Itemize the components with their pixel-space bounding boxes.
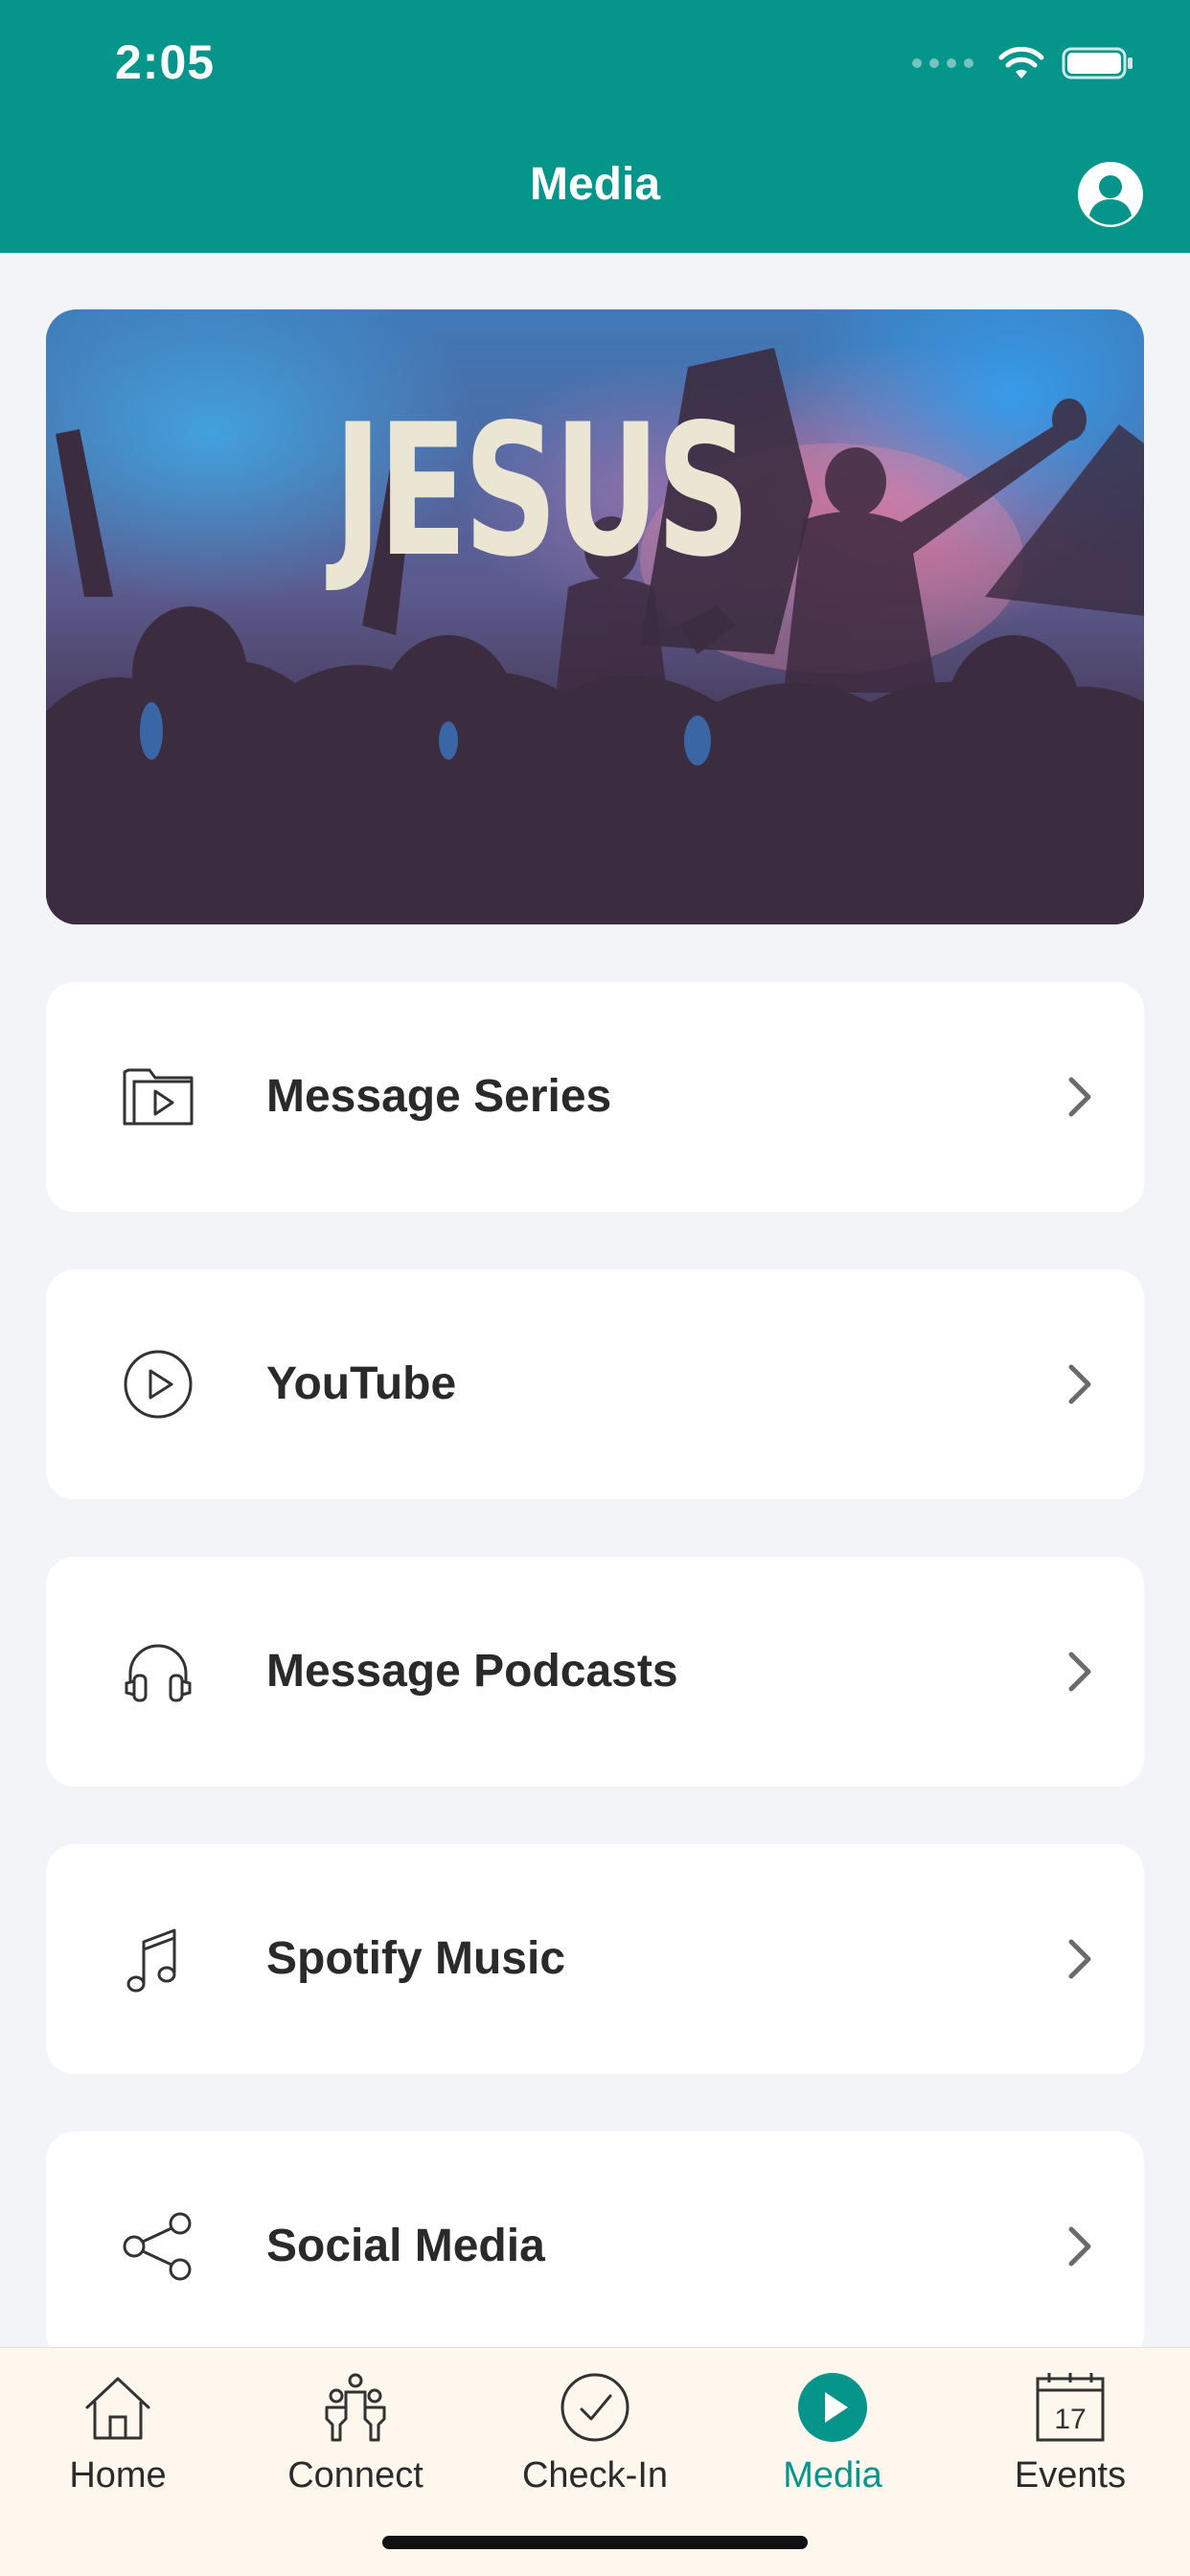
chevron-right-icon [1068, 1652, 1091, 1692]
music-note-icon [126, 1928, 176, 1993]
menu-item-message-series[interactable]: Message Series [46, 982, 1144, 1212]
menu-item-youtube[interactable]: YouTube [46, 1269, 1144, 1499]
menu-item-label: Spotify Music [266, 1933, 566, 1984]
home-icon [85, 2377, 150, 2440]
hero-banner[interactable]: JESUS [46, 309, 1144, 924]
headphones-icon [125, 1644, 192, 1702]
tab-media[interactable]: Media [737, 2358, 928, 2540]
cell-signal-icon [912, 58, 973, 68]
tab-events[interactable]: 17 Events [974, 2358, 1166, 2540]
profile-button[interactable] [1077, 161, 1144, 228]
menu-item-message-podcasts[interactable]: Message Podcasts [46, 1557, 1144, 1787]
people-icon [325, 2373, 386, 2442]
wifi-icon [998, 46, 1044, 79]
tab-label: Events [1014, 2455, 1127, 2496]
play-filled-icon [798, 2373, 867, 2442]
top-header: 2:05 Media [0, 0, 1190, 253]
battery-icon [1062, 47, 1133, 80]
check-circle-icon [561, 2373, 629, 2442]
chevron-right-icon [1068, 2226, 1091, 2267]
calendar-icon: 17 [1036, 2373, 1105, 2442]
menu-item-label: Social Media [266, 2221, 545, 2271]
share-icon [123, 2212, 192, 2281]
menu-item-spotify-music[interactable]: Spotify Music [46, 1844, 1144, 2074]
chevron-right-icon [1068, 1939, 1091, 1979]
play-circle-icon [124, 1350, 193, 1419]
status-indicators [912, 46, 1134, 80]
video-folder-icon [123, 1068, 194, 1126]
calendar-day: 17 [1054, 2404, 1086, 2435]
tab-label: Connect [287, 2455, 423, 2496]
tab-home[interactable]: Home [22, 2358, 214, 2540]
hero-title-text: JESUS [333, 385, 750, 597]
menu-item-label: YouTube [266, 1358, 457, 1409]
tab-label: Check-In [521, 2455, 669, 2496]
menu-item-label: Message Podcasts [266, 1646, 678, 1697]
tab-label: Media [783, 2455, 882, 2496]
tab-check-in[interactable]: Check-In [499, 2358, 691, 2540]
tab-label: Home [69, 2455, 167, 2496]
tab-connect[interactable]: Connect [260, 2358, 451, 2540]
chevron-right-icon [1068, 1364, 1091, 1404]
menu-item-social-media[interactable]: Social Media [46, 2131, 1144, 2361]
menu-item-label: Message Series [266, 1071, 612, 1122]
chevron-right-icon [1068, 1077, 1091, 1117]
user-icon [1078, 162, 1143, 227]
page-title: Media [529, 159, 661, 210]
home-indicator[interactable] [382, 2536, 808, 2549]
status-time: 2:05 [115, 35, 216, 89]
